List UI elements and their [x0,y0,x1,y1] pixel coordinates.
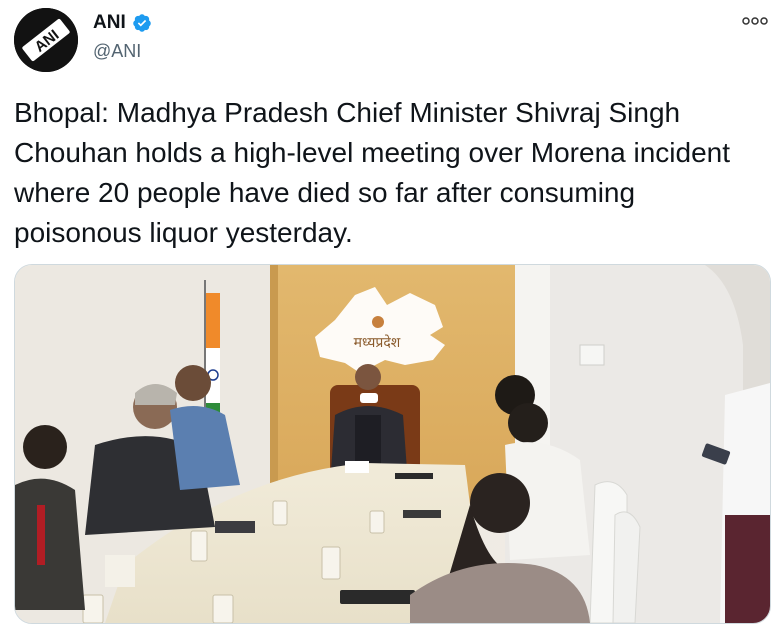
author-name-row[interactable]: ANI [93,12,152,34]
handle[interactable]: @ANI [93,41,141,62]
meeting-photo: मध्यप्रदेश [15,265,770,623]
tweet-photo[interactable]: मध्यप्रदेश [14,264,771,624]
wall-sign-text: मध्यप्रदेश [354,334,401,351]
more-options-icon[interactable] [742,14,768,28]
display-name[interactable]: ANI [93,12,126,34]
ani-logo: ANI [14,8,78,72]
avatar[interactable]: ANI [14,8,78,72]
verified-badge-icon [132,14,151,32]
tweet-text: Bhopal: Madhya Pradesh Chief Minister Sh… [14,97,730,248]
